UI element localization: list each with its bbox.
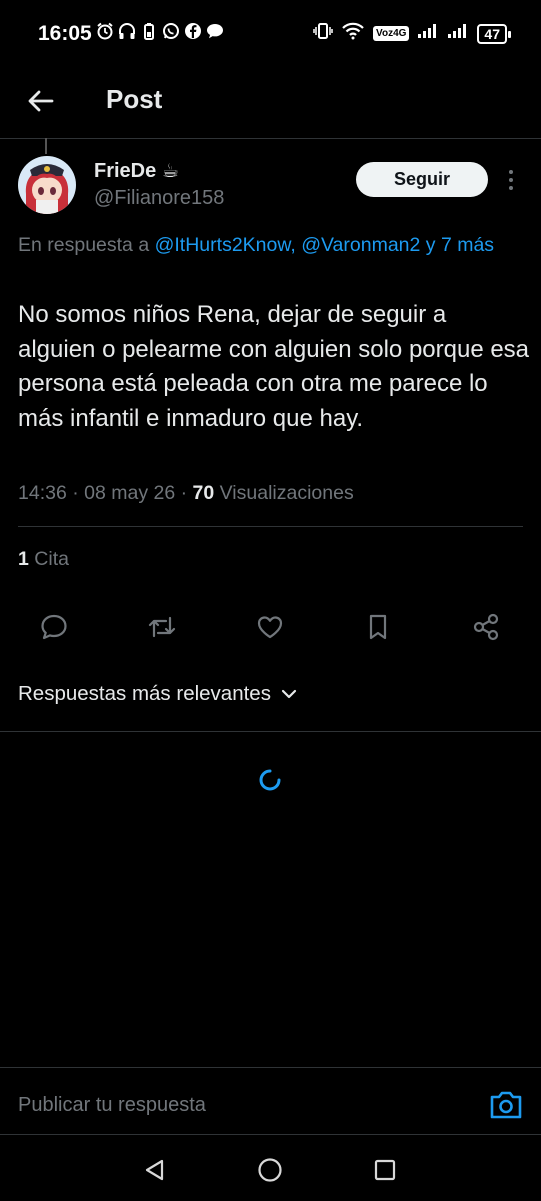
divider	[0, 1067, 541, 1068]
reply-mentions-link[interactable]: @ItHurts2Know, @Varonman2 y 7 más	[155, 234, 494, 256]
reply-composer-input[interactable]: Publicar tu respuesta	[18, 1094, 206, 1117]
page-title: Post	[106, 84, 163, 114]
coffee-emoji: ☕	[161, 161, 179, 182]
notification-icons	[96, 22, 224, 40]
signal-icon-2	[447, 23, 469, 44]
wifi-icon	[341, 22, 365, 45]
battery-saver-icon	[140, 22, 158, 40]
author-name[interactable]: FrieDe ☕	[94, 160, 179, 183]
nav-recents-button[interactable]	[370, 1155, 400, 1185]
like-icon	[257, 616, 283, 639]
post-meta: 14:36 · 08 may 26 · 70 Visualizaciones	[18, 482, 354, 505]
facebook-icon	[184, 22, 202, 40]
chevron-down-icon	[281, 689, 297, 699]
author-name-text[interactable]: FrieDe	[94, 160, 156, 182]
signal-icon	[417, 23, 439, 44]
divider	[0, 731, 541, 732]
top-bar: Post	[0, 66, 541, 139]
whatsapp-icon	[162, 22, 180, 40]
reply-icon	[41, 614, 67, 640]
follow-button[interactable]: Seguir	[356, 162, 488, 197]
bookmark-button[interactable]	[360, 609, 396, 645]
post-text: No somos niños Rena, dejar de seguir a a…	[18, 301, 530, 432]
more-options-icon[interactable]	[500, 166, 522, 194]
divider	[18, 526, 523, 527]
battery-indicator: 47	[477, 23, 511, 44]
reply-button[interactable]	[36, 609, 72, 645]
arrow-left-icon	[28, 90, 54, 112]
loading-spinner-icon	[259, 769, 281, 791]
status-bar: 16:05 Voz4G 47	[0, 0, 541, 66]
nav-back-button[interactable]	[140, 1155, 170, 1185]
headphones-icon	[118, 22, 136, 40]
system-nav-bar	[0, 1134, 541, 1201]
reply-prefix: En respuesta a	[18, 234, 150, 256]
replies-sort-label: Respuestas más relevantes	[18, 682, 271, 705]
replies-sort-dropdown[interactable]: Respuestas más relevantes	[18, 682, 297, 706]
repost-button[interactable]	[144, 609, 180, 645]
alarm-icon	[96, 22, 114, 40]
camera-icon	[490, 1091, 522, 1119]
chat-icon	[206, 22, 224, 40]
vibrate-icon	[313, 22, 333, 45]
share-icon	[473, 613, 499, 641]
reply-to-line: En respuesta a @ItHurts2Know, @Varonman2…	[18, 230, 523, 261]
views-count: 70	[192, 482, 215, 504]
quotes-count-link[interactable]: 1 Cita	[18, 548, 69, 571]
status-time: 16:05	[38, 22, 92, 45]
network-label: Voz4G	[373, 26, 410, 41]
author-handle[interactable]: @Filianore158	[94, 187, 224, 210]
status-right: Voz4G 47	[313, 22, 511, 45]
share-button[interactable]	[468, 609, 504, 645]
thread-connector	[45, 138, 47, 154]
circle-home-icon	[258, 1158, 282, 1182]
avatar[interactable]	[18, 156, 76, 214]
camera-button[interactable]	[488, 1088, 524, 1122]
quotes-label: Cita	[28, 548, 69, 570]
repost-icon	[148, 616, 176, 638]
bookmark-icon	[369, 614, 387, 640]
quotes-count: 1	[18, 548, 29, 570]
views-label: Visualizaciones	[214, 482, 354, 504]
like-button[interactable]	[252, 609, 288, 645]
square-recents-icon	[374, 1159, 396, 1181]
back-button[interactable]	[22, 82, 60, 120]
nav-home-button[interactable]	[255, 1155, 285, 1185]
triangle-back-icon	[145, 1159, 164, 1181]
post-timestamp[interactable]: 14:36 · 08 may 26 ·	[18, 482, 193, 504]
